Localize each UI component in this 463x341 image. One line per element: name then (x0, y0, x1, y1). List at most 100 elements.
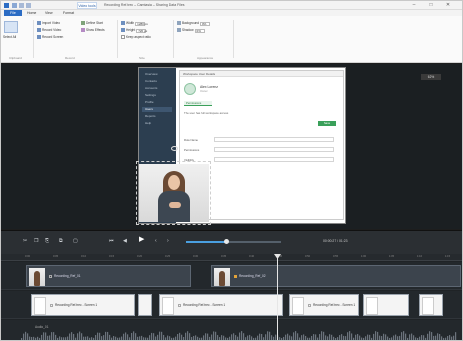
waveform-bar (147, 337, 149, 340)
waveform-bar (203, 335, 205, 340)
waveform-bar (345, 336, 347, 340)
waveform-bar (239, 332, 241, 340)
preview-canvas[interactable]: 62% Overview Contacts Accounts Settings … (1, 64, 462, 229)
track-2[interactable]: Recording Ref.trec - Screen 1 Recording … (1, 291, 462, 319)
width-input[interactable]: 1280 px (135, 22, 148, 26)
next-frame-icon[interactable]: › (167, 238, 169, 244)
waveform-bar (423, 335, 425, 340)
track-3[interactable]: Recording_Ref_01 Recording_Ref_02 (1, 262, 462, 290)
clip-thumbnail (214, 268, 230, 286)
waveform-bar (393, 335, 395, 340)
field-label: Role Name (184, 138, 198, 142)
rotate-handle[interactable] (171, 146, 178, 151)
waveform-bar (455, 332, 457, 340)
ruler-tick-label: 0:05 (53, 255, 59, 258)
playhead[interactable] (277, 254, 278, 340)
waveform-bar (327, 336, 329, 340)
height-input[interactable]: 720 px (136, 29, 147, 33)
ruler-tick-label: 0:35 (221, 255, 227, 258)
screen-clip-fragment[interactable] (419, 294, 443, 316)
scrubber[interactable] (186, 239, 281, 244)
scrubber-handle[interactable] (223, 239, 229, 244)
delete-icon[interactable]: ▢ (73, 238, 78, 244)
select-all-icon[interactable] (4, 21, 18, 33)
waveform-bar (67, 336, 69, 340)
waveform-bar (281, 337, 283, 340)
waveform-bar (375, 331, 377, 340)
waveform-bar (199, 337, 201, 340)
context-tab[interactable]: Video tools (77, 2, 97, 9)
maximize-button[interactable]: □ (426, 2, 436, 9)
track-1-audio[interactable] (1, 320, 462, 340)
waveform-bar (413, 335, 415, 340)
waveform-bar (139, 336, 141, 340)
waveform-bar (353, 337, 355, 340)
save-icon[interactable] (12, 3, 17, 8)
waveform-bar (279, 337, 281, 340)
import-video-button[interactable]: Import Video (37, 21, 60, 26)
sidebar-item-contacts: Contacts (145, 79, 157, 83)
width-control[interactable]: Width 1280 px (121, 21, 148, 26)
waveform-bar (73, 333, 75, 340)
video-clip[interactable]: Recording_Ref_02 (211, 265, 461, 287)
waveform-bar (161, 331, 163, 340)
shadow-control[interactable]: Shadow 0% (177, 28, 205, 33)
step-back-icon[interactable]: ◀ (123, 238, 127, 244)
define-start-button[interactable]: Define Start (81, 21, 103, 26)
waveform-bar (335, 337, 337, 340)
screen-clip[interactable]: Recording Ref.trec - Screen 1 (31, 294, 135, 316)
screen-clip-fragment[interactable] (363, 294, 409, 316)
copy-icon[interactable]: ❐ (34, 238, 38, 244)
background-input[interactable]: 0% (200, 22, 211, 26)
clip-type-icon (50, 304, 53, 307)
time-ruler[interactable]: 0:00 0:05 0:10 0:15 0:20 0:25 0:30 0:35 0:40 0:45… (1, 254, 462, 261)
keep-ratio-checkbox[interactable]: Keep aspect ratio (121, 35, 151, 40)
waveform-bar (207, 333, 209, 340)
screen-clip[interactable]: Recording Ref.trec - Screen 1 (289, 294, 359, 316)
select-all-button[interactable]: Select All (3, 35, 16, 40)
webcam-overlay[interactable] (139, 164, 209, 222)
record-screen-button[interactable]: Record Screen (37, 35, 63, 40)
waveform-bar (421, 335, 423, 340)
zoom-level[interactable]: 62% (421, 74, 441, 80)
undo-icon[interactable] (19, 3, 24, 8)
record-video-button[interactable]: Record Video (37, 28, 61, 33)
ruler-tick-label: 0:40 (249, 255, 255, 258)
background-control[interactable]: Background 0% (177, 21, 211, 26)
dialog-description: The user has full workspace access (184, 111, 229, 115)
waveform-bar (155, 336, 157, 340)
background-icon (177, 21, 181, 25)
waveform-bar (261, 333, 263, 340)
checkbox-icon[interactable] (121, 35, 125, 39)
waveform-bar (377, 331, 379, 340)
waveform-bar (343, 335, 345, 340)
cut-icon[interactable]: ✂ (23, 238, 27, 244)
screen-clip-fragment[interactable] (138, 294, 152, 316)
split-icon[interactable]: ⧉ (59, 238, 63, 244)
paste-icon[interactable]: ⎘ (45, 238, 49, 244)
waveform-bar (39, 337, 41, 340)
group-label: Clipboard (9, 56, 22, 60)
waveform-bar (349, 331, 351, 340)
height-control[interactable]: Height 720 px (121, 28, 147, 33)
group-label: Appearance (197, 56, 214, 60)
waveform-bar (381, 336, 383, 340)
screen-clip[interactable]: Recording Ref.trec - Screen 1 (159, 294, 283, 316)
play-icon[interactable]: ▶ (139, 236, 144, 243)
rewind-icon[interactable]: ⏮ (109, 238, 114, 244)
waveform-bar (365, 336, 367, 340)
redo-icon[interactable] (26, 3, 31, 8)
close-button[interactable]: ✕ (443, 2, 453, 9)
waveform-bar (49, 335, 51, 340)
clip-thumbnail (366, 297, 378, 315)
ruler-tick-label: 1:10 (417, 255, 423, 258)
show-effects-button[interactable]: Show Effects (81, 28, 105, 33)
video-clip[interactable]: Recording_Ref_01 (26, 265, 191, 287)
waveform-bar (235, 335, 237, 340)
prev-frame-icon[interactable]: ‹ (155, 238, 157, 244)
timeline[interactable]: 0:00 0:05 0:10 0:15 0:20 0:25 0:30 0:35 0:40 0:45… (1, 254, 462, 340)
minimize-button[interactable]: – (409, 2, 419, 9)
shadow-input[interactable]: 0% (194, 29, 205, 33)
waveform-bar (121, 336, 123, 340)
waveform-bar (263, 337, 265, 340)
